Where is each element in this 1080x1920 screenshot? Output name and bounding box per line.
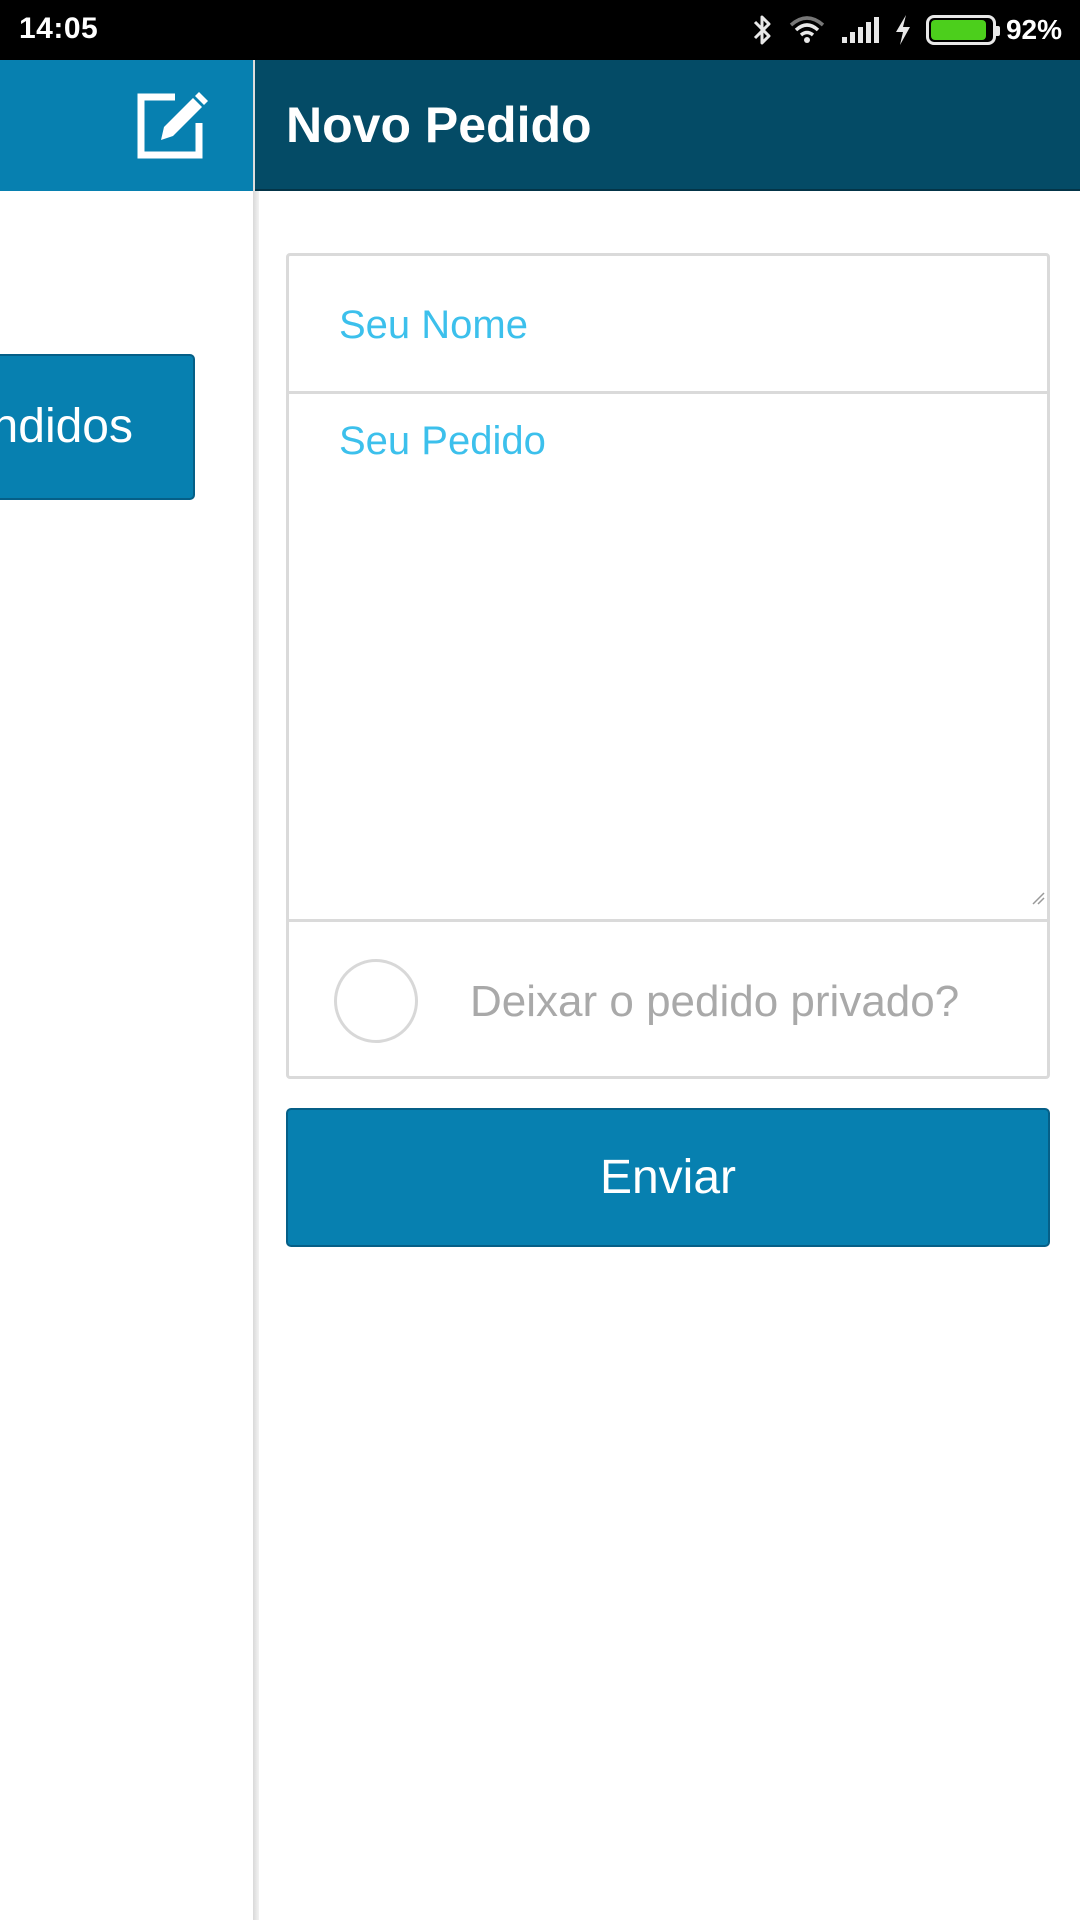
battery-fill bbox=[930, 20, 987, 40]
name-input[interactable]: Seu Nome bbox=[289, 256, 1047, 394]
battery-percent: 92% bbox=[1005, 14, 1062, 45]
navigation-drawer: ndidos bbox=[0, 60, 255, 1920]
charging-icon bbox=[895, 15, 910, 45]
drawer-menu-button[interactable]: ndidos bbox=[0, 354, 195, 500]
private-radio[interactable] bbox=[334, 959, 418, 1043]
status-time: 14:05 bbox=[19, 12, 99, 45]
page-title: Novo Pedido bbox=[286, 97, 592, 153]
order-form: Seu Nome Seu Pedido Deixar o pedido priv… bbox=[286, 253, 1050, 1079]
private-label: Deixar o pedido privado? bbox=[470, 977, 960, 1026]
bluetooth-icon bbox=[753, 15, 771, 45]
signal-icon bbox=[841, 17, 879, 43]
name-placeholder: Seu Nome bbox=[339, 303, 528, 347]
wifi-icon bbox=[789, 16, 825, 43]
order-placeholder: Seu Pedido bbox=[339, 419, 546, 463]
app-bar: Novo Pedido bbox=[255, 60, 1080, 191]
status-bar: 14:05 92% bbox=[0, 0, 1080, 60]
drawer-header bbox=[0, 60, 255, 191]
battery-icon bbox=[925, 15, 1000, 45]
private-option-row[interactable]: Deixar o pedido privado? bbox=[289, 922, 1047, 1076]
resize-handle-icon[interactable] bbox=[1031, 891, 1045, 905]
order-textarea[interactable]: Seu Pedido bbox=[289, 394, 1047, 922]
drawer-divider bbox=[253, 60, 259, 1920]
status-icons: 92% bbox=[738, 10, 1062, 50]
submit-button[interactable]: Enviar bbox=[286, 1108, 1050, 1247]
edit-icon[interactable] bbox=[131, 85, 211, 165]
